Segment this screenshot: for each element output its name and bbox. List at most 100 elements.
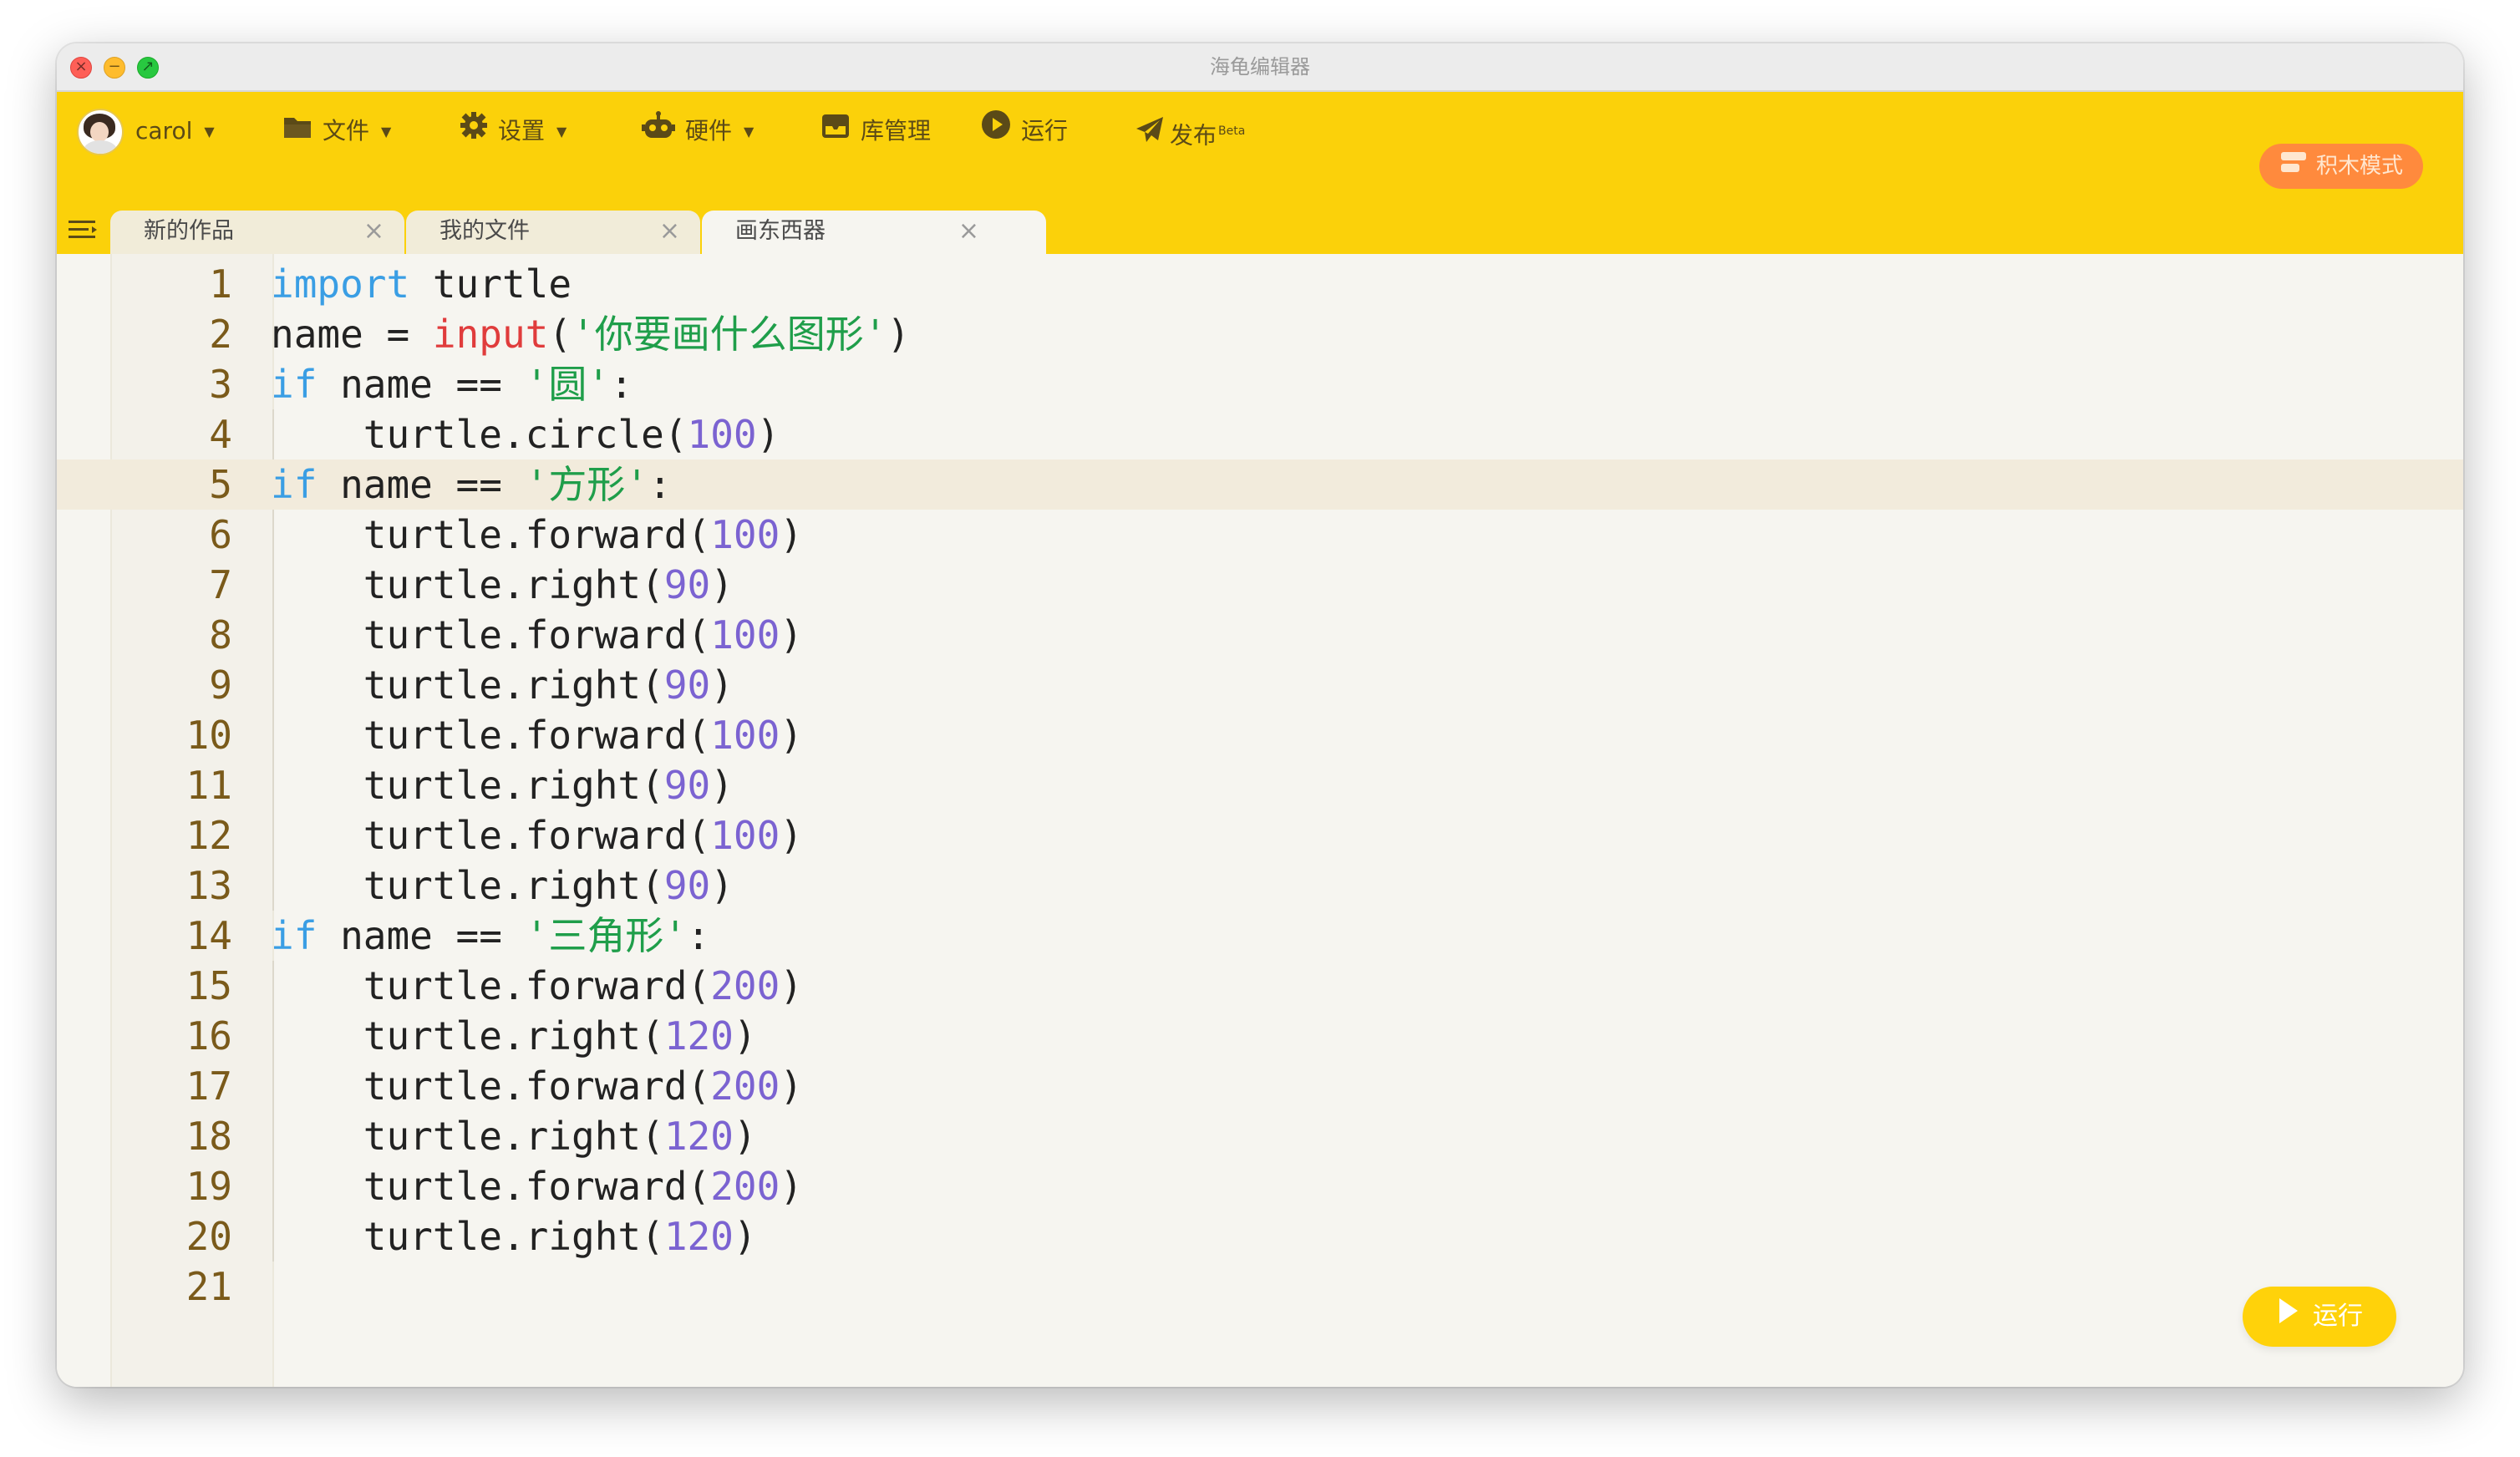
publish-button[interactable]: 发布 Beta: [1135, 105, 1245, 157]
toolbar: carol ▼ 文件 ▼ 设置 ▼ 硬件 ▼ 库管理 运行 发布 Beta 积木…: [57, 92, 2463, 254]
code-line[interactable]: 19 turtle.forward(200): [57, 1161, 2463, 1211]
line-number: 9: [209, 663, 232, 708]
code-token: :: [648, 462, 672, 507]
code-token: 90: [663, 763, 711, 808]
code-token: '你要画什么图形': [572, 312, 887, 357]
code-token: :: [610, 362, 633, 407]
code-token: 200: [710, 1064, 780, 1109]
code-line[interactable]: 16 turtle.right(120): [57, 1011, 2463, 1061]
code-token: name ==: [317, 462, 526, 507]
code-token: 200: [710, 963, 780, 1008]
line-number: 16: [185, 1013, 232, 1058]
code-line[interactable]: 11 turtle.right(90): [57, 760, 2463, 810]
code-text: turtle.circle(100): [271, 409, 780, 459]
code-line[interactable]: 4 turtle.circle(100): [57, 409, 2463, 459]
chevron-down-icon: ▼: [204, 124, 215, 140]
library-manager-label: 库管理: [861, 117, 932, 145]
avatar: [77, 109, 124, 155]
tab-new-work[interactable]: 新的作品 ×: [110, 211, 404, 254]
code-line[interactable]: 1 import turtle: [57, 259, 2463, 309]
tab-bar: 新的作品 × 我的文件 × 画东西器 ×: [57, 206, 2463, 254]
code-line[interactable]: 18 turtle.right(120): [57, 1111, 2463, 1161]
code-token: ): [710, 863, 734, 908]
play-icon: [2276, 1287, 2299, 1348]
code-line[interactable]: 20 turtle.right(120): [57, 1211, 2463, 1262]
code-token: ): [780, 612, 803, 657]
settings-menu-label: 设置: [498, 117, 546, 145]
code-text: turtle.right(90): [271, 760, 734, 810]
code-token: turtle.right(: [271, 1114, 664, 1159]
line-number: 21: [185, 1264, 232, 1309]
code-text: turtle.forward(200): [271, 1161, 803, 1211]
code-token: turtle.right(: [271, 863, 664, 908]
library-manager-button[interactable]: 库管理: [821, 105, 931, 157]
block-mode-button[interactable]: 积木模式: [2259, 144, 2423, 189]
code-line[interactable]: 7 turtle.right(90): [57, 560, 2463, 610]
close-icon[interactable]: ×: [659, 211, 680, 252]
folder-icon: [282, 106, 312, 158]
line-number: 12: [185, 813, 232, 858]
code-editor[interactable]: 1 import turtle 2 name = input('你要画什么图形') 3 i…: [57, 254, 2463, 1387]
code-token: turtle.forward(: [271, 1164, 711, 1209]
code-token: '三角形': [525, 913, 688, 958]
code-line[interactable]: 15 turtle.forward(200): [57, 961, 2463, 1011]
settings-menu[interactable]: 设置 ▼: [460, 105, 566, 157]
code-text: if name == '方形':: [271, 459, 672, 510]
code-text: turtle.forward(100): [271, 710, 803, 760]
code-text: turtle.forward(100): [271, 810, 803, 860]
code-line[interactable]: 8 turtle.forward(100): [57, 610, 2463, 660]
run-button[interactable]: 运行: [2243, 1287, 2396, 1347]
code-token: name =: [271, 312, 433, 357]
code-text: if name == '三角形':: [271, 911, 710, 961]
code-token: ): [733, 1214, 757, 1259]
code-line[interactable]: 21: [57, 1262, 2463, 1312]
code-line[interactable]: 9 turtle.right(90): [57, 660, 2463, 710]
line-number: 13: [185, 863, 232, 908]
window-title: 海龟编辑器: [1210, 55, 1310, 79]
sidebar-toggle-button[interactable]: [69, 217, 99, 246]
code-token: ): [733, 1114, 757, 1159]
code-token: turtle.forward(: [271, 1064, 711, 1109]
code-token: 100: [710, 512, 780, 557]
hardware-menu[interactable]: 硬件 ▼: [642, 105, 754, 157]
code-line[interactable]: 14 if name == '三角形':: [57, 911, 2463, 961]
code-line[interactable]: 10 turtle.forward(100): [57, 710, 2463, 760]
code-line[interactable]: 12 turtle.forward(100): [57, 810, 2463, 860]
block-mode-label: 积木模式: [2315, 154, 2403, 179]
line-number: 20: [185, 1214, 232, 1259]
user-menu[interactable]: carol ▼: [77, 105, 215, 157]
code-line[interactable]: 2 name = input('你要画什么图形'): [57, 309, 2463, 359]
file-menu[interactable]: 文件 ▼: [282, 105, 391, 157]
code-line[interactable]: 3 if name == '圆':: [57, 359, 2463, 409]
close-icon[interactable]: ×: [363, 211, 384, 252]
code-token: 90: [663, 863, 711, 908]
code-token: ): [710, 763, 734, 808]
code-token: (: [548, 312, 572, 357]
run-menu-button[interactable]: 运行: [981, 105, 1068, 157]
indent-guide: [272, 409, 274, 459]
code-token: :: [687, 913, 710, 958]
inbox-icon: [821, 106, 851, 158]
close-icon[interactable]: ×: [958, 211, 979, 252]
hardware-menu-label: 硬件: [685, 117, 733, 145]
code-token: ): [780, 1164, 803, 1209]
line-number: 2: [209, 312, 232, 357]
code-text: turtle.forward(100): [271, 610, 803, 660]
code-line[interactable]: 17 turtle.forward(200): [57, 1061, 2463, 1111]
code-token: turtle: [409, 261, 572, 307]
code-token: '方形': [525, 462, 649, 507]
code-line[interactable]: 6 turtle.forward(100): [57, 510, 2463, 560]
title-bar: × − ↗ 海龟编辑器: [57, 43, 2463, 92]
code-token: 90: [663, 663, 711, 708]
line-number: 5: [209, 462, 232, 507]
code-line[interactable]: 13 turtle.right(90): [57, 860, 2463, 911]
code-token: turtle.forward(: [271, 963, 711, 1008]
tab-my-files[interactable]: 我的文件 ×: [406, 211, 700, 254]
code-line[interactable]: 5 if name == '方形':: [57, 459, 2463, 510]
code-token: name ==: [317, 913, 526, 958]
code-token: turtle.right(: [271, 562, 664, 607]
line-number: 14: [185, 913, 232, 958]
tab-draw-things[interactable]: 画东西器 ×: [702, 211, 1046, 254]
indent-guide: [272, 961, 274, 1262]
code-token: input: [432, 312, 549, 357]
